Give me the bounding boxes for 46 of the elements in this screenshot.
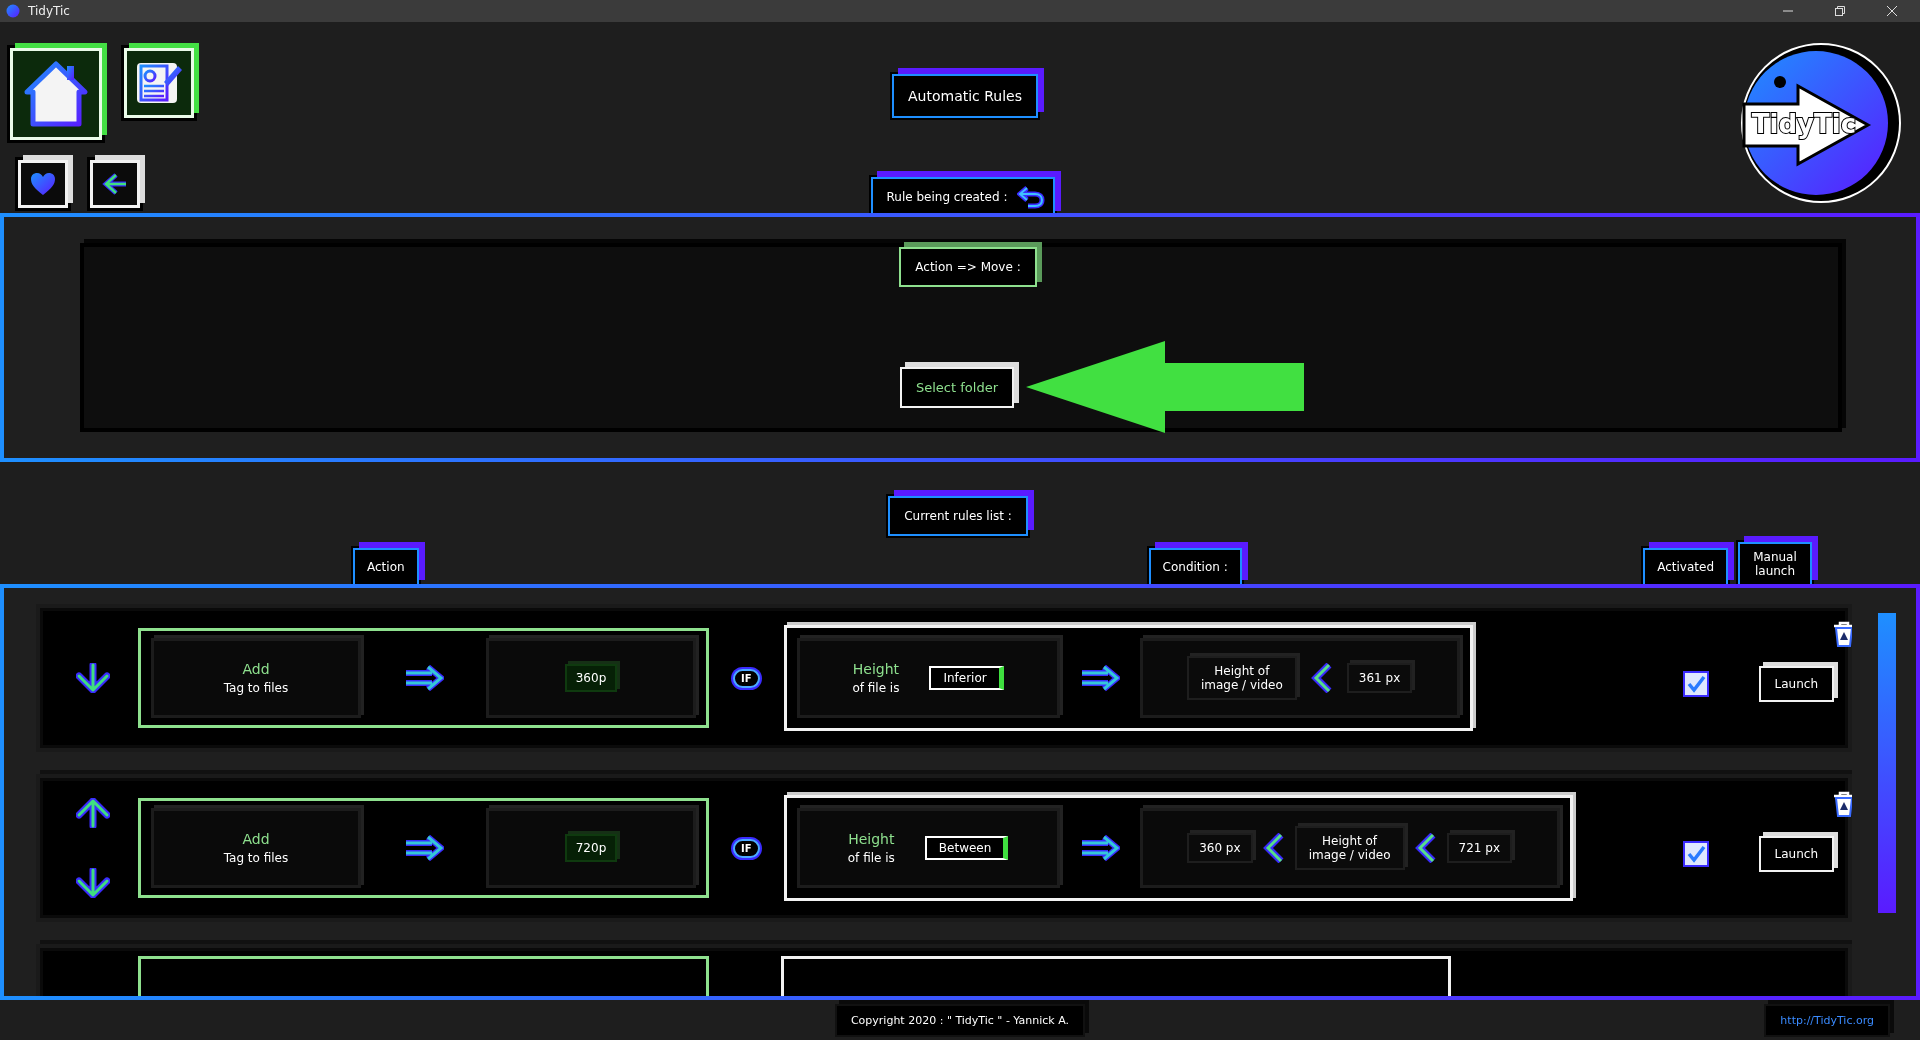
less-than-chevron-icon xyxy=(1262,833,1285,863)
copyright-text: Copyright 2020 : " TidyTic " - Yannick A. xyxy=(834,1003,1086,1037)
if-badge: IF xyxy=(733,668,760,688)
less-than-chevron-icon xyxy=(1310,663,1333,693)
double-arrow-icon xyxy=(1079,664,1120,692)
action-verb: Add xyxy=(242,661,270,677)
if-badge: IF xyxy=(733,838,760,858)
activated-checkbox[interactable] xyxy=(1682,841,1709,867)
operator-selector[interactable]: Inferior xyxy=(929,666,1004,690)
heart-icon xyxy=(30,172,56,196)
trash-icon[interactable] xyxy=(1832,620,1852,648)
condition-subject: Height xyxy=(852,661,900,677)
action-object: Tag to files xyxy=(223,681,289,695)
close-icon[interactable] xyxy=(1887,6,1897,16)
trash-icon[interactable] xyxy=(1832,790,1852,818)
tag-value: 720p xyxy=(564,834,618,862)
app-logo-icon xyxy=(6,4,20,18)
pointing-arrow-icon xyxy=(1026,341,1304,433)
tidytic-logo: TidyTic xyxy=(1740,42,1902,204)
down-arrow-icon[interactable] xyxy=(76,663,110,693)
activated-checkbox[interactable] xyxy=(1682,671,1709,697)
max-value[interactable]: 721 px xyxy=(1446,833,1512,863)
down-arrow-icon[interactable] xyxy=(76,868,110,898)
less-than-chevron-icon xyxy=(1414,833,1437,863)
min-value[interactable]: 360 px xyxy=(1187,833,1253,863)
scrollbar-thumb[interactable] xyxy=(1878,613,1896,913)
double-arrow-icon xyxy=(1079,834,1120,862)
max-value[interactable]: 361 px xyxy=(1346,663,1413,693)
condition-detail: of file is xyxy=(852,681,900,695)
action-verb: Add xyxy=(242,831,270,847)
double-arrow-icon xyxy=(403,664,444,692)
tag-value: 360p xyxy=(564,664,618,692)
tab-label: Rule being created : xyxy=(886,190,1008,204)
restore-icon[interactable] xyxy=(1835,6,1845,16)
window-title: TidyTic xyxy=(28,4,71,18)
target-field: Height of image / video xyxy=(1186,656,1297,700)
undo-icon[interactable] xyxy=(1017,185,1046,209)
double-arrow-icon xyxy=(403,834,444,862)
condition-detail: of file is xyxy=(847,851,895,865)
condition-subject: Height xyxy=(848,831,895,847)
document-pencil-icon xyxy=(134,60,184,106)
action-object: Tag to files xyxy=(223,851,289,865)
back-arrow-icon xyxy=(102,172,128,196)
target-field: Height of image / video xyxy=(1294,826,1405,870)
up-arrow-icon[interactable] xyxy=(76,798,110,828)
operator-selector[interactable]: Between xyxy=(924,836,1009,860)
